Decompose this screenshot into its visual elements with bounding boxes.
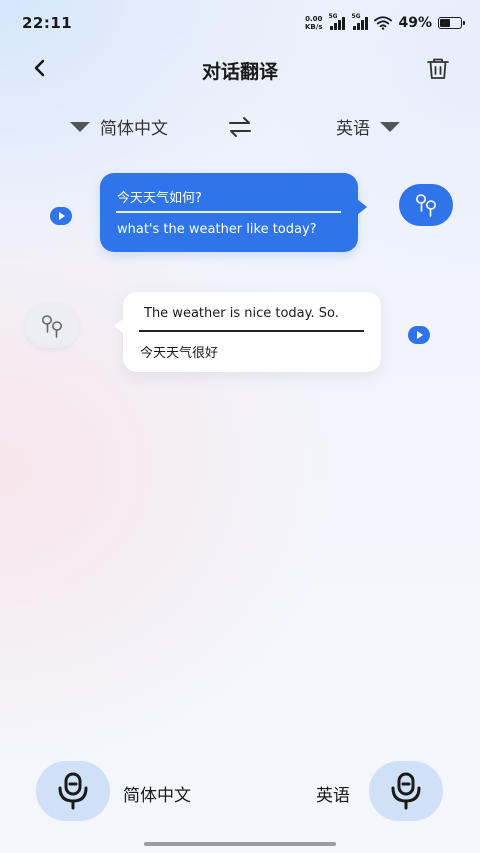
home-indicator[interactable] — [144, 842, 336, 846]
swap-arrows-icon[interactable] — [228, 116, 252, 138]
play-audio-button[interactable] — [50, 207, 72, 225]
status-time: 22:11 — [22, 14, 73, 32]
signal-type-label: 5G — [328, 13, 338, 20]
network-speed-unit: KB/s — [305, 23, 323, 31]
self-earbuds-avatar — [399, 184, 453, 226]
back-icon[interactable] — [28, 56, 52, 80]
play-icon — [417, 331, 423, 339]
play-audio-button[interactable] — [408, 326, 430, 344]
mic-target-label: 英语 — [316, 786, 350, 806]
signal-icon: 5G — [328, 13, 346, 30]
trash-icon[interactable] — [425, 56, 451, 82]
mic-button-source[interactable] — [36, 761, 110, 821]
other-earbuds-avatar — [25, 304, 79, 348]
earbuds-icon — [42, 315, 62, 338]
dropdown-arrow-icon — [70, 121, 90, 132]
message-translation-text: 今天天气很好 — [140, 346, 219, 361]
signal-type-label: 5G — [351, 13, 361, 20]
message-translation-text: what's the weather like today? — [117, 222, 317, 237]
battery-icon — [438, 17, 465, 29]
page-title: 对话翻译 — [201, 61, 278, 83]
message-bubble-self: 今天天气如何? what's the weather like today? — [100, 173, 367, 252]
battery-percent: 49% — [398, 15, 432, 31]
source-language-label: 简体中文 — [100, 119, 168, 139]
target-language-dropdown[interactable]: 英语 — [336, 114, 400, 139]
mic-button-target[interactable] — [369, 761, 443, 821]
network-speed: 0.00 KB/s — [305, 15, 322, 31]
dropdown-arrow-icon — [380, 121, 400, 132]
source-language-dropdown[interactable]: 简体中文 — [70, 114, 168, 139]
target-language-label: 英语 — [336, 119, 370, 139]
microphone-icon — [391, 772, 421, 810]
wifi-icon — [374, 16, 393, 30]
message-original-text: The weather is nice today. So. — [144, 306, 339, 321]
status-icons: 0.00 KB/s 5G 5G 49% — [305, 12, 465, 34]
signal-icon: 5G — [351, 13, 369, 30]
earbuds-icon — [416, 194, 436, 217]
battery-level — [440, 19, 450, 27]
message-bubble-other: The weather is nice today. So. 今天天气很好 — [114, 292, 381, 372]
network-speed-value: 0.00 — [305, 15, 323, 23]
mic-source-label: 简体中文 — [123, 786, 191, 806]
message-original-text: 今天天气如何? — [117, 191, 202, 206]
microphone-icon — [58, 772, 88, 810]
message-divider — [116, 211, 341, 213]
message-divider — [139, 330, 364, 332]
play-icon — [59, 212, 65, 220]
language-selector: 简体中文 英语 — [0, 112, 480, 142]
